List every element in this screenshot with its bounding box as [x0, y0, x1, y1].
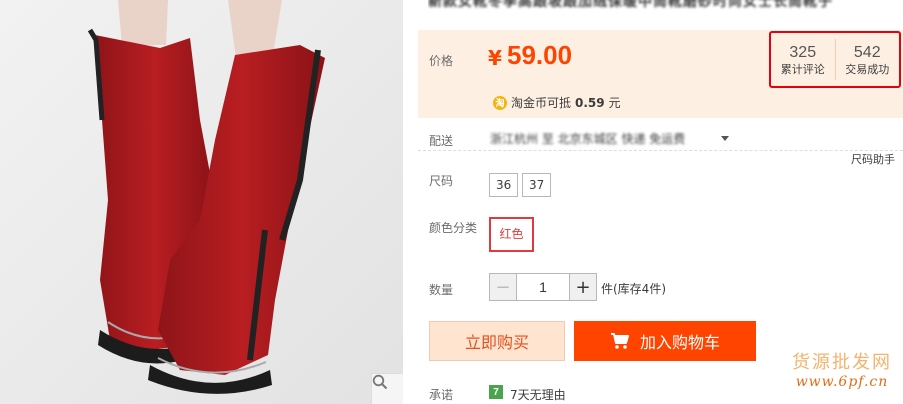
price-label: 价格: [429, 54, 454, 68]
currency-symbol: ¥: [488, 46, 502, 70]
quantity-increase-button[interactable]: +: [569, 273, 597, 301]
shipping-row: 浙江杭州 至 北京东城区 快递 免运费: [418, 127, 903, 151]
deal-count-stat: 542 交易成功: [834, 39, 900, 80]
seven-day-return-icon: 7: [489, 385, 503, 399]
coin-prefix: 淘金币可抵: [511, 96, 572, 110]
color-option-red[interactable]: 红色: [489, 217, 534, 252]
coin-suffix: 元: [608, 96, 621, 110]
watermark-url: www.6pf.cn: [795, 374, 889, 390]
quantity-decrease-button[interactable]: −: [489, 273, 517, 301]
buy-now-label: 立即购买: [464, 333, 529, 352]
size-option-37[interactable]: 37: [522, 173, 552, 197]
seven-day-return-text[interactable]: 7天无理由: [510, 386, 566, 403]
add-to-cart-label: 加入购物车: [639, 333, 720, 352]
zoom-button[interactable]: [371, 373, 403, 404]
quantity-input[interactable]: 1: [517, 273, 569, 301]
boots-photo: [0, 0, 403, 404]
quantity-label: 数量: [429, 283, 454, 297]
watermark-text: 货源批发网: [792, 352, 892, 373]
deal-count-label: 交易成功: [845, 62, 890, 76]
magnifier-icon: [372, 374, 388, 390]
site-watermark: 货源批发网 www.6pf.cn: [787, 348, 897, 390]
shopping-cart-icon: [610, 333, 629, 349]
price-panel: 价格 ¥ 59.00 325 累计评论 542 交易成功 淘 淘金币可抵 0.59…: [418, 30, 903, 118]
add-to-cart-button[interactable]: 加入购物车: [574, 321, 756, 361]
color-label: 颜色分类: [429, 221, 478, 235]
coin-amount: 0.59: [575, 95, 605, 110]
product-title: 新款女靴冬季高跟坡跟加绒保暖中筒靴磨砂时尚女士长筒靴子: [428, 0, 903, 22]
quantity-stepper: − 1 +: [489, 273, 597, 301]
chevron-down-icon[interactable]: [721, 136, 729, 141]
sales-stats: 325 累计评论 542 交易成功: [769, 31, 901, 88]
size-helper-link[interactable]: 尺码助手: [851, 151, 895, 167]
promise-label: 承诺: [429, 388, 454, 402]
review-count-label: 累计评论: [780, 62, 825, 76]
stock-info: 件(库存4件): [601, 282, 666, 296]
price-value: 59.00: [507, 40, 573, 70]
shipping-destination[interactable]: 浙江杭州 至 北京东城区 快递 免运费: [490, 130, 685, 147]
deal-count: 542: [853, 43, 881, 61]
product-image[interactable]: [0, 0, 403, 404]
size-option-36[interactable]: 36: [489, 173, 519, 197]
taojinbi-coin-icon: 淘: [493, 95, 507, 110]
size-label: 尺码: [429, 174, 454, 188]
taojinbi-discount: 淘 淘金币可抵 0.59 元: [493, 94, 621, 111]
buy-now-button[interactable]: 立即购买: [429, 321, 565, 361]
review-count-stat[interactable]: 325 累计评论: [771, 33, 835, 86]
review-count: 325: [789, 43, 817, 61]
product-title-text: 新款女靴冬季高跟坡跟加绒保暖中筒靴磨砂时尚女士长筒靴子: [428, 0, 833, 10]
